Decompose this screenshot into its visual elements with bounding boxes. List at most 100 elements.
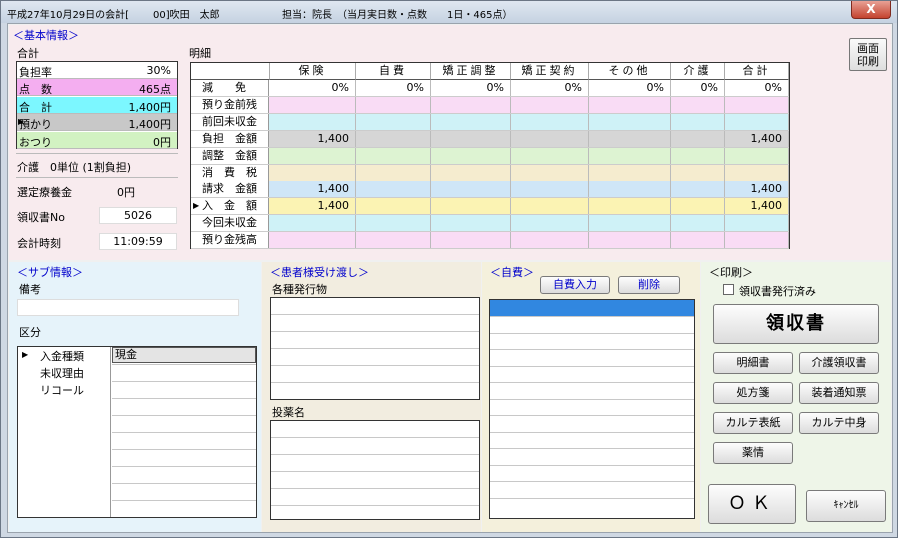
drug-info-button[interactable]: 薬情 bbox=[713, 442, 793, 464]
detail-cell[interactable] bbox=[671, 147, 725, 164]
receipt-issued-checkbox[interactable] bbox=[723, 284, 734, 295]
detail-cell[interactable] bbox=[725, 232, 789, 249]
detail-table[interactable]: 保険 自費 矯正調整 矯正契約 その他 介護 合計減 免 0% 0% 0% 0% 0% 0% 0% 預り金前… bbox=[190, 62, 790, 250]
detail-cell[interactable] bbox=[589, 215, 671, 232]
prescription-button[interactable]: 処方箋 bbox=[713, 382, 793, 404]
cancel-button[interactable]: ｷｬﾝｾﾙ bbox=[806, 490, 886, 522]
detail-cell[interactable] bbox=[356, 232, 431, 249]
category-recall[interactable]: リコール bbox=[40, 382, 84, 398]
detail-cell[interactable] bbox=[270, 232, 356, 249]
detail-cell[interactable]: 0% bbox=[671, 80, 725, 96]
detail-cell[interactable] bbox=[431, 113, 511, 130]
detail-cell[interactable] bbox=[356, 130, 431, 147]
detail-cell[interactable] bbox=[356, 164, 431, 181]
time-field[interactable]: 11:09:59 bbox=[99, 233, 177, 250]
detail-cell[interactable] bbox=[270, 147, 356, 164]
close-button[interactable]: X bbox=[851, 1, 891, 19]
detail-cell[interactable] bbox=[356, 198, 431, 215]
detail-cell[interactable] bbox=[431, 232, 511, 249]
detail-cell[interactable] bbox=[270, 113, 356, 130]
self-pay-selected-row[interactable] bbox=[490, 300, 694, 316]
detail-cell[interactable] bbox=[431, 96, 511, 113]
detail-cell[interactable] bbox=[511, 164, 589, 181]
detail-cell[interactable] bbox=[589, 147, 671, 164]
detail-cell[interactable] bbox=[431, 130, 511, 147]
detail-cell[interactable]: 0% bbox=[270, 80, 356, 96]
medicine-list[interactable] bbox=[270, 420, 480, 520]
detail-cell[interactable] bbox=[589, 113, 671, 130]
self-pay-delete-button[interactable]: 削除 bbox=[618, 276, 680, 294]
detail-cell[interactable] bbox=[589, 181, 671, 198]
ok-button[interactable]: ＯＫ bbox=[708, 484, 796, 524]
detail-cell[interactable] bbox=[511, 181, 589, 198]
detail-cell[interactable] bbox=[589, 198, 671, 215]
detail-cell[interactable] bbox=[725, 147, 789, 164]
category-deposit-type[interactable]: 入金種類 bbox=[40, 348, 84, 364]
detail-cell[interactable] bbox=[725, 215, 789, 232]
detail-cell[interactable] bbox=[511, 130, 589, 147]
detail-cell[interactable]: 1,400 bbox=[725, 198, 789, 215]
detail-cell[interactable] bbox=[589, 96, 671, 113]
summary-value[interactable]: 30% bbox=[147, 64, 171, 77]
category-grid[interactable]: ▶ 入金種類 未収理由 リコール 現金 bbox=[17, 346, 257, 518]
detail-cell[interactable] bbox=[725, 113, 789, 130]
detail-cell[interactable]: 0% bbox=[356, 80, 431, 96]
receipt-button[interactable]: 領収書 bbox=[713, 304, 879, 344]
note-input[interactable] bbox=[17, 299, 239, 316]
summary-value[interactable]: 465点 bbox=[139, 81, 171, 97]
detail-cell[interactable] bbox=[589, 130, 671, 147]
detail-cell[interactable]: 0% bbox=[431, 80, 511, 96]
receipt-no-field[interactable]: 5026 bbox=[99, 207, 177, 224]
detail-cell[interactable] bbox=[671, 164, 725, 181]
detail-cell[interactable] bbox=[671, 130, 725, 147]
detail-cell[interactable]: 0% bbox=[725, 80, 789, 96]
detail-cell[interactable] bbox=[270, 164, 356, 181]
detail-cell[interactable] bbox=[671, 198, 725, 215]
detail-cell[interactable]: 1,400 bbox=[270, 181, 356, 198]
statement-button[interactable]: 明細書 bbox=[713, 352, 793, 374]
detail-cell[interactable] bbox=[725, 164, 789, 181]
detail-cell[interactable] bbox=[356, 113, 431, 130]
detail-cell[interactable] bbox=[356, 181, 431, 198]
summary-value[interactable]: 1,400円 bbox=[129, 116, 172, 132]
detail-cell[interactable]: 0% bbox=[511, 80, 589, 96]
detail-cell[interactable] bbox=[356, 96, 431, 113]
summary-value[interactable]: 0円 bbox=[153, 134, 171, 150]
fitting-notice-button[interactable]: 装着通知票 bbox=[799, 382, 879, 404]
detail-cell[interactable]: 1,400 bbox=[725, 130, 789, 147]
detail-cell[interactable] bbox=[511, 232, 589, 249]
detail-cell[interactable] bbox=[356, 215, 431, 232]
detail-cell[interactable]: 1,400 bbox=[270, 130, 356, 147]
detail-cell[interactable] bbox=[511, 113, 589, 130]
chart-content-button[interactable]: カルテ中身 bbox=[799, 412, 879, 434]
detail-cell[interactable] bbox=[431, 198, 511, 215]
detail-cell[interactable] bbox=[671, 232, 725, 249]
detail-cell[interactable] bbox=[589, 164, 671, 181]
documents-list[interactable] bbox=[270, 297, 480, 400]
detail-cell[interactable] bbox=[270, 96, 356, 113]
detail-cell[interactable] bbox=[671, 181, 725, 198]
detail-cell[interactable]: 1,400 bbox=[270, 198, 356, 215]
category-value-cash[interactable]: 現金 bbox=[112, 347, 256, 363]
care-receipt-button[interactable]: 介護領収書 bbox=[799, 352, 879, 374]
detail-cell[interactable] bbox=[511, 96, 589, 113]
detail-cell[interactable] bbox=[431, 147, 511, 164]
detail-cell[interactable]: 1,400 bbox=[725, 181, 789, 198]
detail-cell[interactable] bbox=[511, 198, 589, 215]
detail-cell[interactable] bbox=[356, 147, 431, 164]
detail-cell[interactable] bbox=[671, 96, 725, 113]
chart-cover-button[interactable]: カルテ表紙 bbox=[713, 412, 793, 434]
self-pay-input-button[interactable]: 自費入力 bbox=[540, 276, 610, 294]
print-screen-button[interactable]: 画面 印刷 bbox=[849, 38, 887, 71]
detail-cell[interactable] bbox=[431, 215, 511, 232]
detail-cell[interactable] bbox=[671, 215, 725, 232]
detail-cell[interactable] bbox=[671, 113, 725, 130]
detail-cell[interactable] bbox=[431, 164, 511, 181]
summary-value[interactable]: 1,400円 bbox=[129, 99, 172, 115]
detail-cell[interactable] bbox=[725, 96, 789, 113]
self-pay-list[interactable] bbox=[489, 299, 695, 519]
detail-cell[interactable] bbox=[511, 215, 589, 232]
detail-cell[interactable] bbox=[511, 147, 589, 164]
detail-cell[interactable] bbox=[270, 215, 356, 232]
detail-cell[interactable]: 0% bbox=[589, 80, 671, 96]
